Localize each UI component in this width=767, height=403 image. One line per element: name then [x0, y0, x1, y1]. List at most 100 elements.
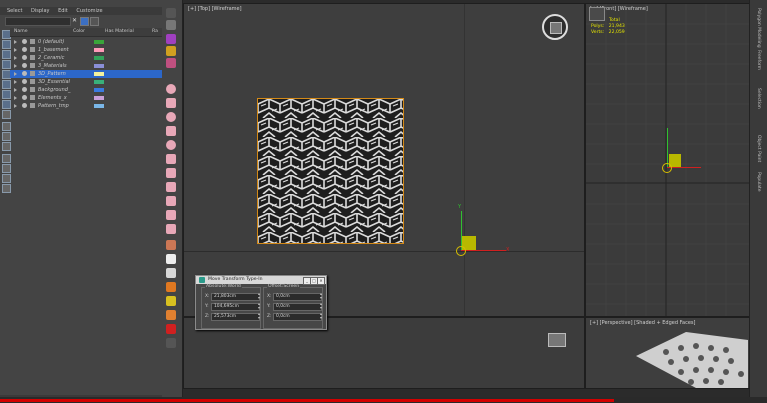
invert-selection-icon[interactable] [2, 142, 11, 151]
expand-arrow-icon[interactable] [14, 48, 17, 52]
off-z-field[interactable]: 0,0cm [273, 313, 322, 321]
layer-row[interactable]: 3D_Essential [10, 78, 162, 86]
visibility-icon[interactable] [22, 71, 27, 76]
light-icon[interactable] [166, 296, 176, 306]
layer-color-swatch[interactable] [94, 72, 104, 76]
gizmo-center[interactable] [456, 246, 466, 256]
brush-icon[interactable] [166, 310, 176, 320]
abs-y-field[interactable]: 104,695cm [211, 303, 260, 311]
search-input[interactable] [5, 17, 71, 26]
off-y-spinner[interactable] [320, 301, 323, 310]
layer-row[interactable]: 3D_Pattern [10, 70, 162, 78]
visibility-icon[interactable] [22, 79, 27, 84]
tab-polygon-modeling[interactable]: Polygon Modeling [756, 8, 761, 48]
viewcube-icon[interactable] [542, 14, 568, 40]
clear-search-icon[interactable]: ✕ [72, 17, 77, 24]
layer-row[interactable]: 1_basement [10, 46, 162, 54]
abs-z-spinner[interactable] [258, 311, 261, 320]
layer-color-swatch[interactable] [94, 48, 104, 52]
layer-row[interactable]: Elements_x [10, 94, 162, 102]
material-icon[interactable] [166, 58, 176, 68]
menu-customize[interactable]: Customize [76, 7, 102, 15]
folder-icon[interactable] [166, 282, 176, 292]
sphere-icon[interactable] [166, 84, 176, 94]
gear-icon[interactable] [166, 20, 176, 30]
front-gizmo-z-axis[interactable] [667, 128, 668, 168]
layer-color-swatch[interactable] [94, 96, 104, 100]
box-icon[interactable] [166, 98, 176, 108]
viewport-top-label[interactable]: [+] [Top] [Wireframe] [188, 6, 242, 12]
layer-color-swatch[interactable] [94, 104, 104, 108]
off-z-spinner[interactable] [320, 311, 323, 320]
visibility-icon[interactable] [22, 63, 27, 68]
front-gizmo-center[interactable] [662, 163, 672, 173]
filter-bones-icon[interactable] [2, 110, 11, 119]
visibility-icon[interactable] [22, 39, 27, 44]
visibility-icon[interactable] [22, 47, 27, 52]
expand-arrow-icon[interactable] [14, 96, 17, 100]
torus-icon[interactable] [166, 126, 176, 136]
plus-icon[interactable] [166, 324, 176, 334]
eyedropper-icon[interactable] [166, 254, 176, 264]
front-gizmo-x-axis[interactable] [667, 167, 701, 168]
scissors-icon[interactable] [166, 268, 176, 278]
expand-arrow-icon[interactable] [14, 80, 17, 84]
layer-delete-icon[interactable] [2, 174, 11, 183]
expand-arrow-icon[interactable] [14, 104, 17, 108]
visibility-icon[interactable] [22, 87, 27, 92]
select-tool-icon[interactable] [166, 8, 176, 18]
gizmo-x-axis[interactable] [461, 250, 506, 251]
options-icon[interactable] [90, 17, 99, 26]
pattern-object[interactable] [257, 98, 404, 244]
color-icon[interactable] [166, 46, 176, 56]
layer-row[interactable]: 2_Ceramic [10, 54, 162, 62]
dialog-titlebar[interactable]: Move Transform Type-In _ □ ✕ [196, 276, 326, 285]
tab-freeform[interactable]: Freeform [756, 50, 761, 70]
viewport-front[interactable]: [+] [Front] [Wireframe] [585, 3, 750, 317]
off-y-field[interactable]: 0,0cm [273, 303, 322, 311]
layer-row[interactable]: Background_ [10, 86, 162, 94]
off-x-spinner[interactable] [320, 291, 323, 300]
layer-color-swatch[interactable] [94, 88, 104, 92]
expand-arrow-icon[interactable] [14, 88, 17, 92]
paint-icon[interactable] [166, 34, 176, 44]
layer-color-swatch[interactable] [94, 80, 104, 84]
tab-object-paint[interactable]: Object Paint [756, 135, 761, 162]
layer-row[interactable]: 0 (default) [10, 38, 162, 46]
close-icon[interactable]: ✕ [317, 277, 325, 285]
layer-color-swatch[interactable] [94, 64, 104, 68]
layer-hide-icon[interactable] [2, 184, 11, 193]
visibility-icon[interactable] [22, 103, 27, 108]
paint-bucket-icon[interactable] [166, 240, 176, 250]
teapot-icon[interactable] [166, 196, 176, 206]
menu-display[interactable]: Display [31, 7, 49, 15]
expand-arrow-icon[interactable] [14, 64, 17, 68]
abs-z-field[interactable]: 25,573cm [211, 313, 260, 321]
pyramid-icon[interactable] [166, 182, 176, 192]
expand-arrow-icon[interactable] [14, 56, 17, 60]
expand-arrow-icon[interactable] [14, 72, 17, 76]
viewcube-icon[interactable] [548, 333, 566, 347]
more-tools-icon[interactable] [166, 338, 176, 348]
cone-icon[interactable] [166, 140, 176, 150]
select-all-icon[interactable] [2, 122, 11, 131]
column-ra[interactable]: Ra [152, 29, 158, 34]
textplus-icon[interactable] [166, 224, 176, 234]
visibility-icon[interactable] [22, 95, 27, 100]
tab-selection[interactable]: Selection [756, 88, 761, 109]
layer-row[interactable]: 3_Materials [10, 62, 162, 70]
menu-edit[interactable]: Edit [58, 7, 68, 15]
layer-color-swatch[interactable] [94, 40, 104, 44]
viewport-perspective[interactable]: [+] [Perspective] [Shaded + Edged Faces] [585, 317, 750, 389]
gizmo-y-axis[interactable] [461, 211, 462, 251]
off-x-field[interactable]: 0,0cm [273, 293, 322, 301]
plane-icon[interactable] [166, 210, 176, 220]
expand-arrow-icon[interactable] [14, 40, 17, 44]
abs-x-spinner[interactable] [258, 291, 261, 300]
column-name[interactable]: Name [14, 29, 28, 34]
cylinder-icon[interactable] [166, 112, 176, 122]
column-color[interactable]: Color [73, 29, 85, 34]
layer-tools-icon[interactable] [2, 154, 11, 163]
geosphere-icon[interactable] [166, 154, 176, 164]
column-has-material[interactable]: Has Material [105, 29, 134, 34]
